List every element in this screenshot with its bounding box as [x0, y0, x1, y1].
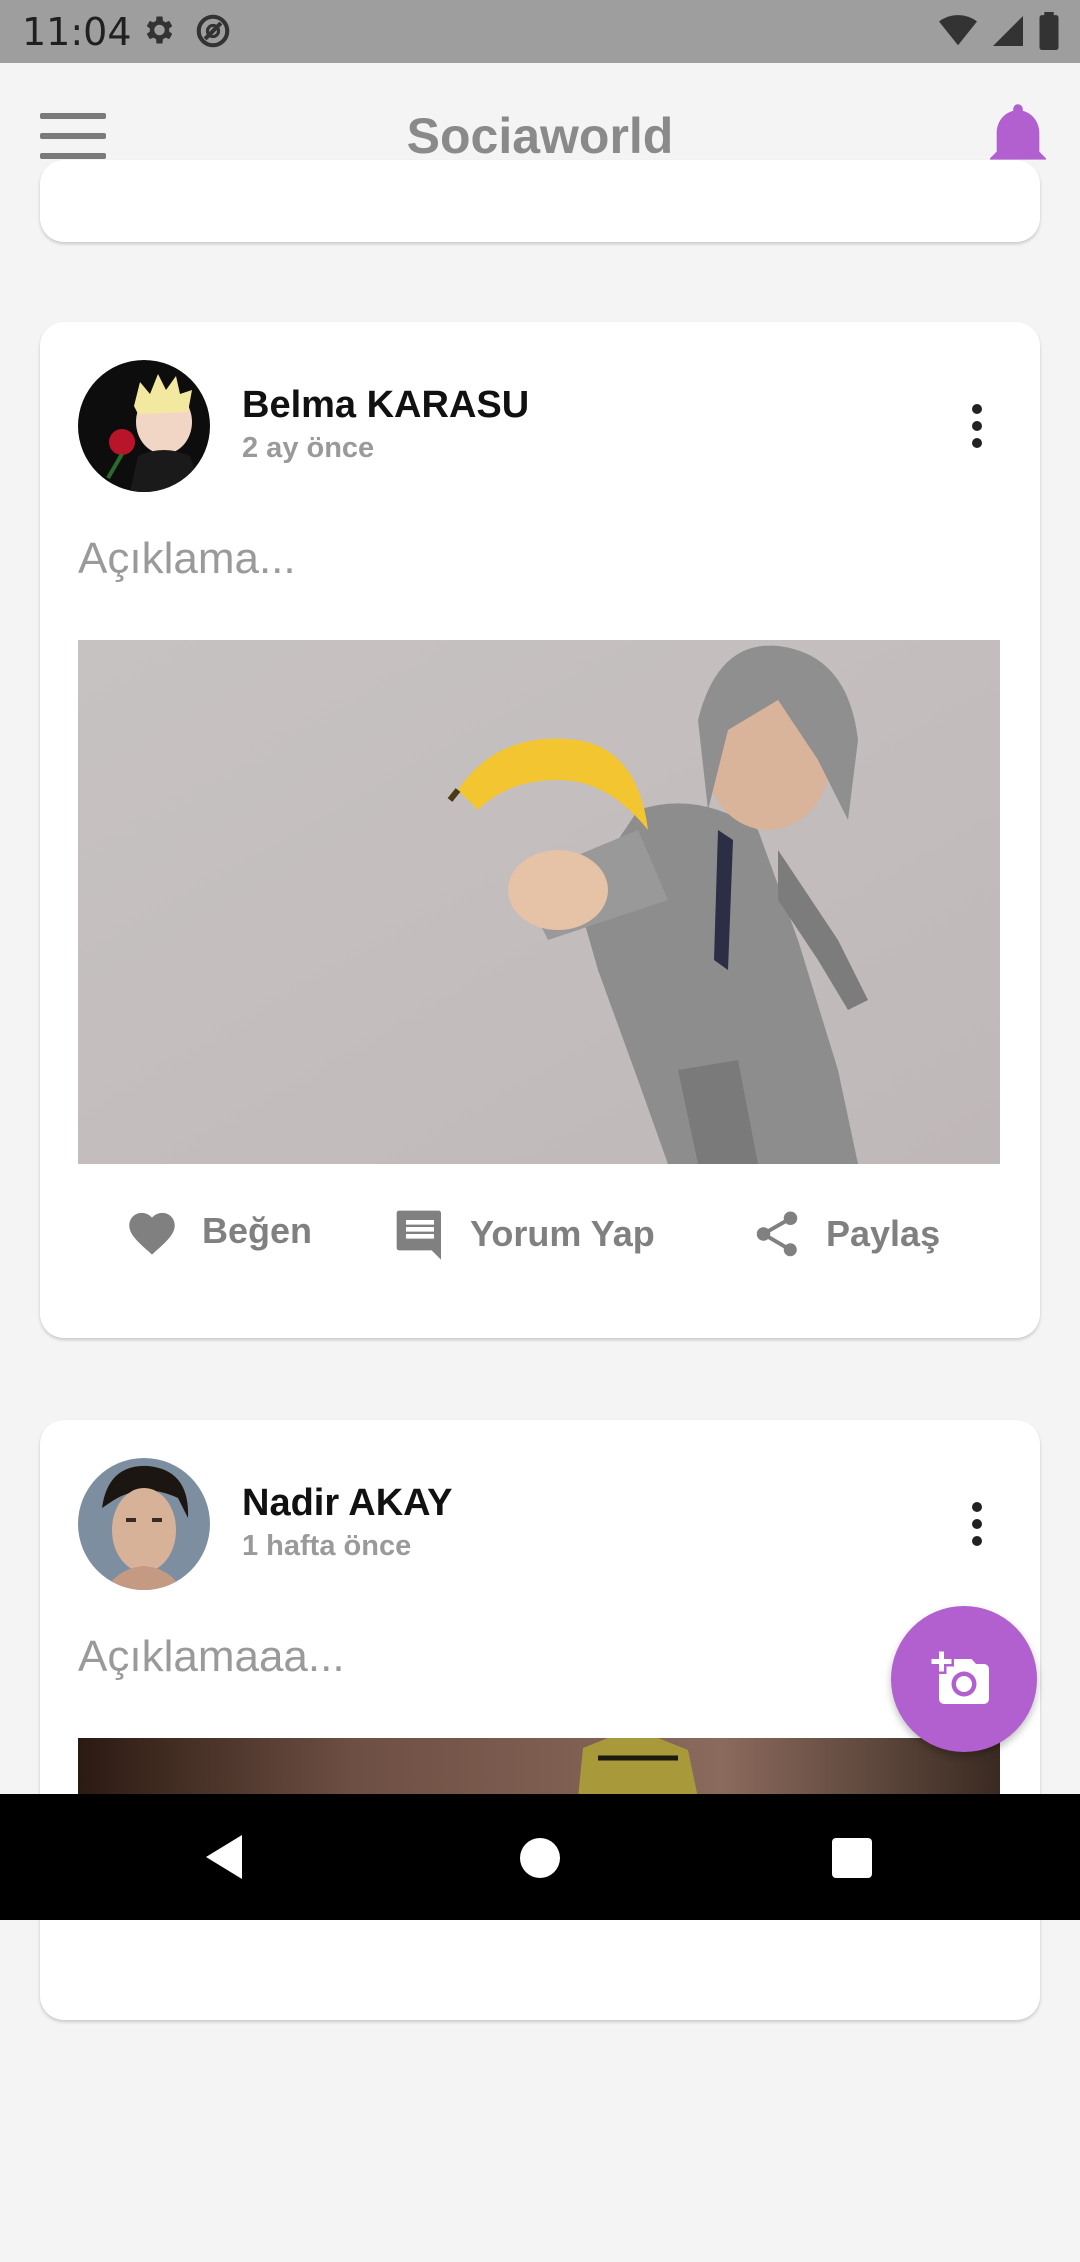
- comment-label: Yorum Yap: [470, 1213, 655, 1254]
- post-description: Açıklamaaa...: [78, 1632, 345, 1681]
- comment-icon: [396, 1210, 441, 1260]
- post-author[interactable]: Nadir AKAY: [242, 1482, 452, 1525]
- like-label: Beğen: [202, 1210, 313, 1251]
- status-bar: 11:04: [0, 0, 1080, 63]
- post-description: Açıklama...: [78, 534, 296, 583]
- post-author[interactable]: Belma KARASU: [242, 384, 529, 427]
- navigation-bar: [0, 1794, 1080, 1920]
- settings-icon: [146, 16, 173, 44]
- signal-icon: [993, 16, 1023, 46]
- add-photo-button[interactable]: [891, 1606, 1037, 1752]
- share-button[interactable]: Paylaş: [750, 1206, 940, 1262]
- data-saver-icon: [196, 14, 230, 48]
- avatar[interactable]: [78, 1458, 210, 1590]
- post-image[interactable]: [78, 640, 1000, 1164]
- post-actions: Beğen Yorum Yap Paylaş: [40, 1206, 1040, 1286]
- recents-icon[interactable]: [832, 1838, 872, 1878]
- post-time: 1 hafta önce: [242, 1530, 412, 1562]
- more-vert-icon[interactable]: [970, 404, 984, 452]
- wifi-icon: [939, 15, 977, 46]
- status-icons-right: [938, 12, 1060, 50]
- add-photo-icon: [931, 1651, 989, 1704]
- app-title: Sociaworld: [406, 108, 674, 164]
- like-button[interactable]: Beğen: [124, 1206, 312, 1256]
- battery-icon: [1039, 12, 1059, 50]
- share-icon: [756, 1211, 798, 1257]
- back-icon[interactable]: [206, 1834, 246, 1880]
- more-vert-icon[interactable]: [970, 1502, 984, 1550]
- post-card: Nadir AKAY 1 hafta önce Açıklamaaa...: [40, 1420, 1040, 2020]
- heart-icon: [129, 1212, 175, 1255]
- status-icons-left: [140, 12, 232, 50]
- avatar[interactable]: [78, 360, 210, 492]
- comment-button[interactable]: Yorum Yap: [392, 1206, 655, 1262]
- post-card: Belma KARASU 2 ay önce Açıklama... Beğen…: [40, 322, 1040, 1338]
- previous-post-card: [40, 160, 1040, 242]
- share-label: Paylaş: [826, 1213, 941, 1254]
- home-icon[interactable]: [520, 1838, 560, 1878]
- status-time: 11:04: [22, 10, 132, 54]
- post-time: 2 ay önce: [242, 432, 375, 464]
